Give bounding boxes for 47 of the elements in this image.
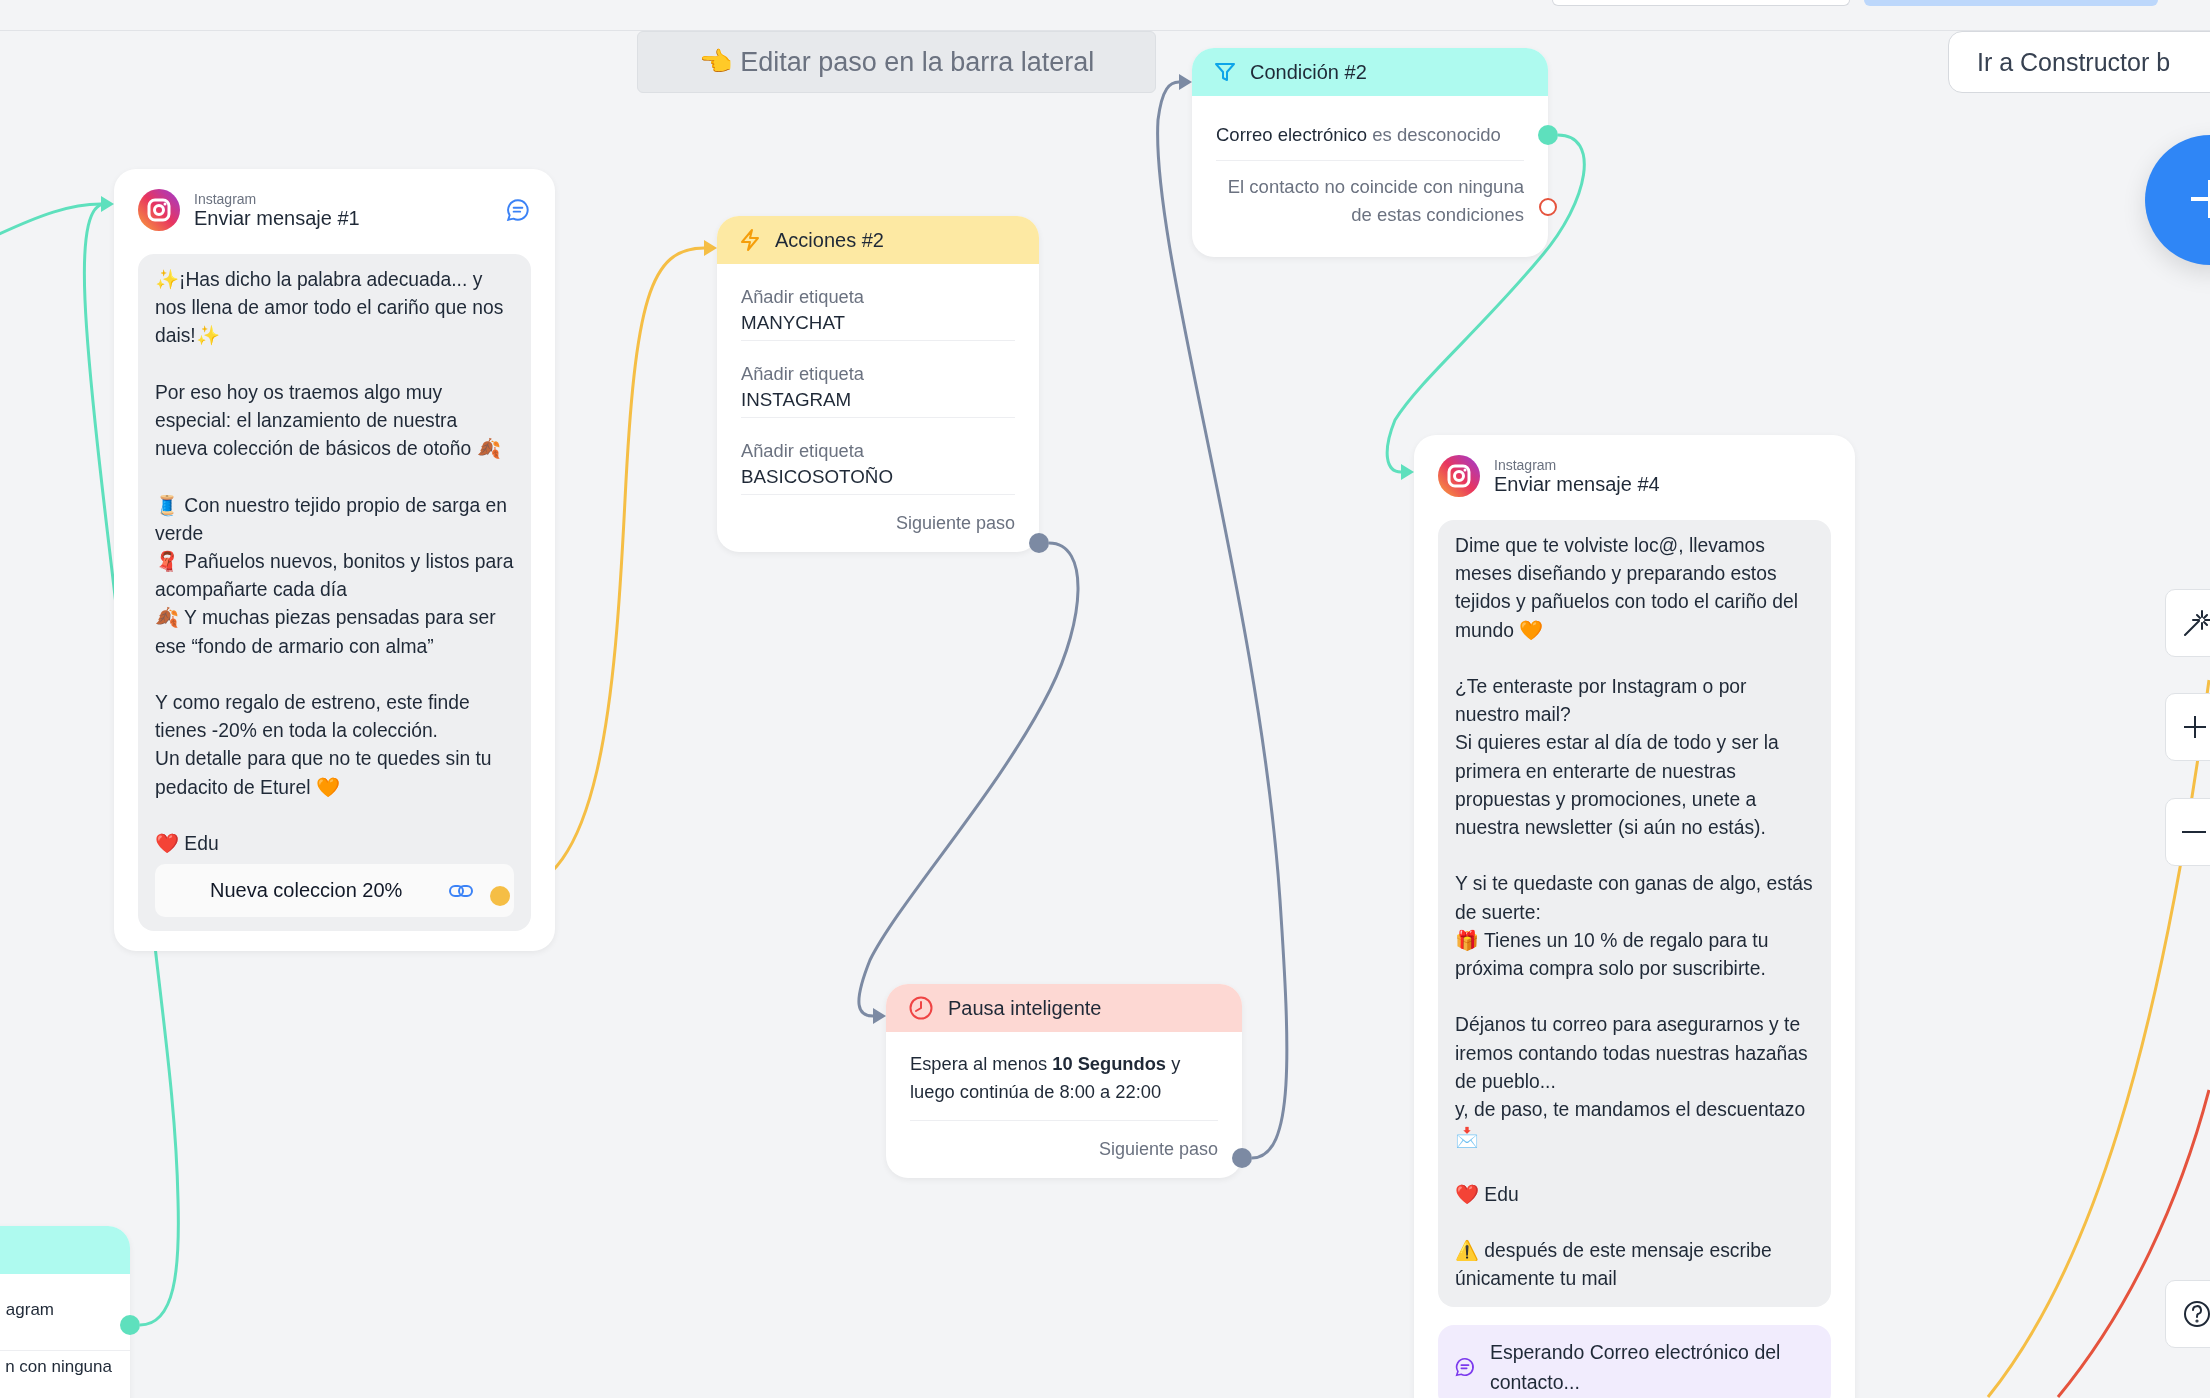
node-card[interactable] — [1414, 435, 1855, 1398]
node-card[interactable]: Pausa inteligente Espera al menos 10 Segundos y luego continúa de 8:00 a 22:00 Siguiente paso — [886, 984, 1242, 1178]
node-card[interactable]: Condición #2 Correo electrónico es desconocido El contacto no coincide con ninguna de estas condiciones — [1192, 48, 1548, 257]
message-text: Dime que te volviste loc@, llevamos meses diseñando y preparando estos tejidos y pañuelos con todo el cariño del mundo 🧡 ¿Te enteraste por Instagram o por nuestro mail? Si quieres estar al día de todo y ser la primera en enterarte de nuestras propuestas y promociones, unete a nuestra newsletter (si aún no estás). Y si te quedaste con ganas de algo, estás de suerte: 🎁 Tienes un 10 % de regalo para tu próxima compra solo por suscribirte. Déjanos tu correo para asegurarnos y te iremos contando todas nuestras hazañas de pueblo... y, de paso, te mandamos el descuentazo 📩 ❤ Edu ⚠ después de este mensaje escribe únicamente tu mail — [1455, 534, 1814, 1292]
node-card[interactable]: Acciones #2 Añadir etiqueta MANYCHAT Añadir etiqueta INSTAGRAM Añadir etiqueta BASICOSOTOÑO Siguiente paso — [717, 216, 1039, 552]
node-card[interactable] — [114, 169, 555, 952]
tag-value: BASICOSOTOÑO — [741, 465, 895, 489]
node-card[interactable]: agram n con ninguna — [0, 1226, 130, 1398]
next-step-label: Siguiente paso — [894, 512, 1015, 534]
help-icon — [2182, 1299, 2210, 1329]
clock-icon — [908, 995, 934, 1021]
link-button[interactable]: Nueva coleccion 20% — [155, 864, 514, 918]
node-title: Condición #2 — [1250, 60, 1367, 84]
message-text: ✨¡Has dicho la palabra adecuada... y nos llena de amor todo el cariño que nos dais!✨ Por eso hoy os traemos algo muy especial: el lanzamiento de nuestra nueva colección de básicos de otoño 🍂 🧵 Con nuestro tejido propio de sarga en verde 🧣 Pañuelos nuevos, bonitos y listos para acompañarte cada día 🍂 Y muchas piezas pensadas para ser ese “fondo de armario con alma” Y como regalo de estreno, este finde tienes -20% en toda la colección. Un detalle para que no te quedes sin tu pedacito de Eturel 🧡 ❤ Edu — [155, 268, 514, 857]
channel-label: Instagram — [194, 190, 258, 207]
instagram-icon — [138, 189, 180, 231]
condition-text: Correo electrónico es desconocido — [1216, 124, 1501, 145]
connector-dot[interactable] — [1232, 1148, 1252, 1168]
connector-dot[interactable] — [1539, 198, 1557, 216]
builder-button[interactable]: Ir a Constructor b — [1948, 31, 2210, 93]
connector-dot[interactable] — [1538, 125, 1558, 145]
connector-dot[interactable] — [1029, 533, 1049, 553]
tag-value: INSTAGRAM — [741, 388, 853, 412]
filter-icon — [1214, 61, 1236, 83]
edit-hint-banner: 👈 Editar paso en la barra lateral — [637, 31, 1156, 93]
fallback-text: El contacto no coincide con ninguna de estas condiciones — [1226, 175, 1524, 227]
pause-text: Espera al menos 10 Segundos y luego continúa de 8:00 a 22:00 — [910, 1032, 1218, 1121]
waiting-text: Esperando Correo electrónico del contacto... — [1489, 1340, 1782, 1396]
fallback-text: n con ninguna — [4, 1356, 113, 1377]
lightning-icon — [739, 228, 761, 252]
node-title: Enviar mensaje #1 — [194, 206, 361, 230]
node-title: Pausa inteligente — [948, 996, 1102, 1020]
node-title: Enviar mensaje #4 — [1494, 472, 1661, 496]
instagram-icon — [1438, 455, 1480, 497]
toolbar-field[interactable] — [1552, 0, 1850, 6]
minus-icon — [2182, 831, 2206, 833]
channel-label: Instagram — [1494, 456, 1558, 473]
action-label: Añadir etiqueta — [741, 285, 865, 309]
tag-value: MANYCHAT — [741, 311, 846, 335]
action-label: Añadir etiqueta — [741, 362, 865, 386]
action-label: Añadir etiqueta — [741, 439, 865, 463]
next-step-label: Siguiente paso — [1097, 1138, 1218, 1160]
link-icon — [448, 882, 474, 899]
node-title: Acciones #2 — [775, 228, 884, 252]
plus-icon — [2182, 714, 2208, 740]
magic-wand-icon — [2182, 608, 2210, 638]
connector-dot[interactable] — [120, 1315, 140, 1335]
